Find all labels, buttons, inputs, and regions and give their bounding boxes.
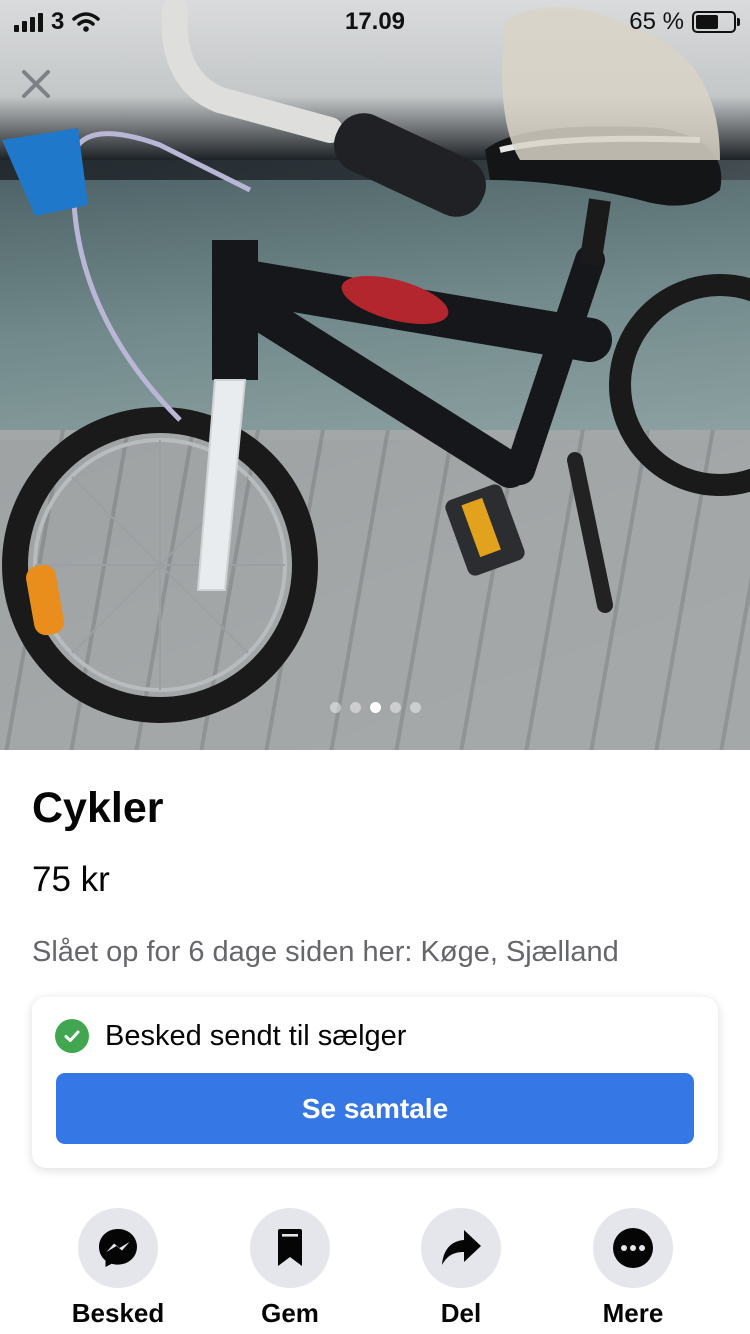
- share-action-label: Del: [440, 1298, 482, 1328]
- message-action-button[interactable]: Besked: [48, 1208, 188, 1329]
- message-action-circle[interactable]: [78, 1208, 158, 1288]
- share-action-circle[interactable]: [421, 1208, 501, 1288]
- pagination-dot[interactable]: [389, 702, 401, 713]
- share-icon: [442, 1230, 481, 1265]
- see-conversation-button[interactable]: Se samtale: [56, 1073, 694, 1144]
- close-icon: [22, 70, 50, 98]
- save-action-label: Gem: [261, 1298, 319, 1328]
- message-action-label: Besked: [71, 1298, 165, 1328]
- save-action-button[interactable]: Gem: [220, 1208, 360, 1329]
- battery-percent: 65 %: [629, 8, 684, 35]
- pagination-dot[interactable]: [409, 702, 421, 713]
- listing-price: 75 kr: [32, 860, 110, 899]
- pagination-dot[interactable]: [349, 702, 361, 713]
- messenger-icon: [99, 1229, 137, 1267]
- listing-title: Cykler: [32, 784, 164, 832]
- pagination-dot-active[interactable]: [369, 702, 381, 713]
- check-circle-icon: [55, 1019, 89, 1053]
- message-status-text: Besked sendt til sælger: [105, 1019, 407, 1052]
- more-icon: [613, 1228, 653, 1268]
- bookmark-icon: [278, 1229, 302, 1266]
- action-bar: Besked Gem Del Mere: [0, 1208, 750, 1334]
- message-sent-card: Besked sendt til sælger Se samtale: [32, 997, 718, 1168]
- battery-icon: [692, 11, 740, 33]
- close-button[interactable]: [14, 62, 58, 106]
- save-action-circle[interactable]: [250, 1208, 330, 1288]
- more-action-circle[interactable]: [593, 1208, 673, 1288]
- more-action-button[interactable]: Mere: [563, 1208, 703, 1329]
- status-right: 65 %: [629, 8, 740, 36]
- pagination-dot[interactable]: [329, 702, 341, 713]
- status-bar: 3 17.09 65 %: [0, 0, 750, 44]
- photo-pagination-dots[interactable]: [0, 702, 750, 713]
- more-action-label: Mere: [602, 1298, 664, 1328]
- message-status: Besked sendt til sælger: [55, 1019, 406, 1053]
- listing-photo[interactable]: 3 17.09 65 %: [0, 0, 750, 750]
- share-action-button[interactable]: Del: [391, 1208, 531, 1329]
- bike-illustration: [2, 0, 750, 723]
- listing-meta: Slået op for 6 dage siden her: Køge, Sjæ…: [32, 936, 619, 968]
